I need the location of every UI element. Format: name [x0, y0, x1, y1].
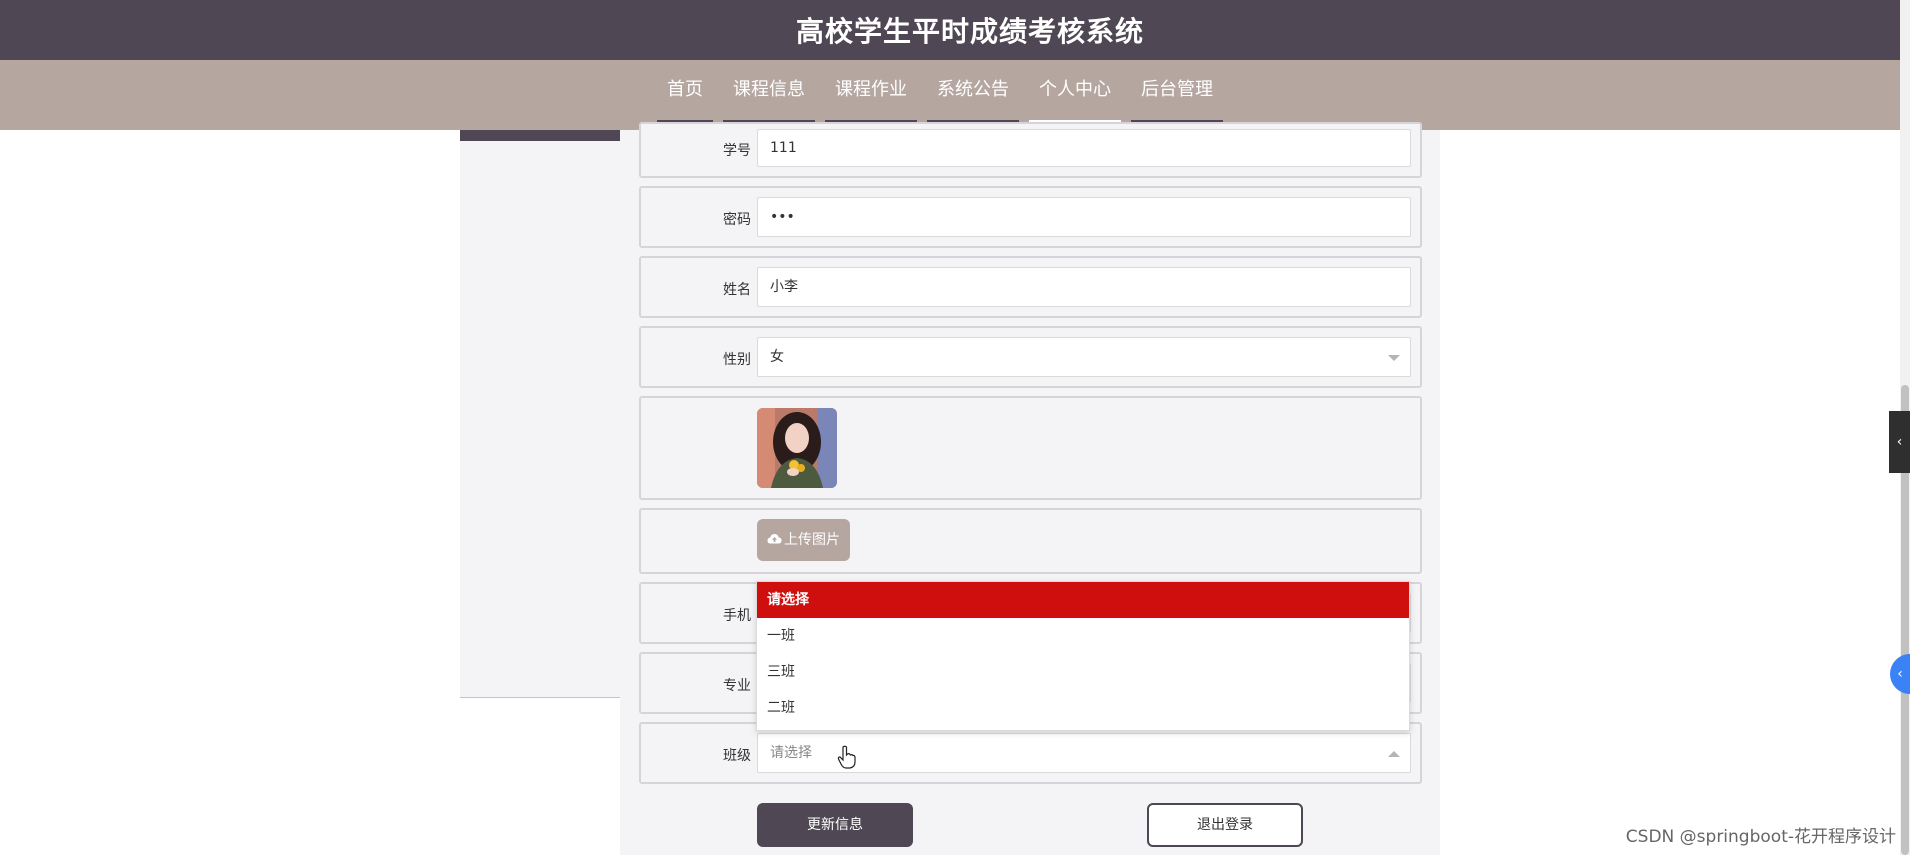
class-option[interactable]: 一班: [757, 618, 1409, 654]
form-row-class: 班级 请选择: [639, 722, 1422, 784]
side-menu-divider: [460, 697, 620, 698]
name-input[interactable]: 小李: [757, 267, 1411, 307]
chevron-left-icon[interactable]: ‹: [1889, 411, 1910, 473]
student-id-input[interactable]: 111: [757, 129, 1411, 167]
update-info-button[interactable]: 更新信息: [757, 803, 913, 847]
nav-item-admin[interactable]: 后台管理: [1129, 60, 1225, 130]
gender-value: 女: [770, 349, 784, 365]
password-label: 密码: [723, 212, 751, 228]
side-menu-panel: [460, 130, 620, 698]
header-bar: 高校学生平时成绩考核系统: [0, 0, 1900, 60]
nav-item-course-info[interactable]: 课程信息: [721, 60, 817, 130]
chevron-left-circle-icon[interactable]: ‹: [1890, 654, 1910, 694]
gender-label: 性别: [723, 352, 751, 368]
major-label: 专业: [723, 678, 751, 694]
form-row-student-id: 学号 111: [639, 122, 1422, 178]
class-option[interactable]: 请选择: [757, 582, 1409, 618]
nav-item-course-homework[interactable]: 课程作业: [823, 60, 919, 130]
chevron-up-icon: [1388, 751, 1400, 757]
class-option[interactable]: 二班: [757, 690, 1409, 726]
form-row-name: 姓名 小李: [639, 256, 1422, 318]
class-dropdown-list: 请选择 一班 三班 二班: [756, 581, 1410, 731]
password-input[interactable]: •••: [757, 197, 1411, 237]
nav-item-home[interactable]: 首页: [655, 60, 715, 130]
hand-cursor-icon: [837, 745, 857, 769]
form-row-upload: 上传图片: [639, 508, 1422, 574]
form-row-password: 密码 •••: [639, 186, 1422, 248]
site-title: 高校学生平时成绩考核系统: [795, 15, 1144, 48]
class-placeholder: 请选择: [770, 745, 812, 761]
nav-item-announcements[interactable]: 系统公告: [925, 60, 1021, 130]
upload-image-button[interactable]: 上传图片: [757, 519, 850, 561]
form-row-gender: 性别 女: [639, 326, 1422, 388]
gender-select[interactable]: 女: [757, 337, 1411, 377]
avatar: [757, 408, 837, 488]
cloud-upload-icon: [767, 519, 782, 561]
logout-button[interactable]: 退出登录: [1147, 803, 1303, 847]
chevron-down-icon: [1388, 355, 1400, 361]
class-option[interactable]: 三班: [757, 654, 1409, 690]
class-label: 班级: [723, 748, 751, 764]
student-id-label: 学号: [723, 143, 751, 159]
form-row-avatar: [639, 396, 1422, 500]
name-label: 姓名: [723, 282, 751, 298]
nav-bar: 首页 课程信息 课程作业 系统公告 个人中心 后台管理: [0, 60, 1900, 130]
side-menu-header: [460, 130, 620, 141]
phone-label: 手机: [723, 608, 751, 624]
watermark: CSDN @springboot-花开程序设计: [1625, 827, 1896, 847]
upload-button-label: 上传图片: [784, 532, 840, 548]
nav-item-personal-center[interactable]: 个人中心: [1027, 60, 1123, 130]
